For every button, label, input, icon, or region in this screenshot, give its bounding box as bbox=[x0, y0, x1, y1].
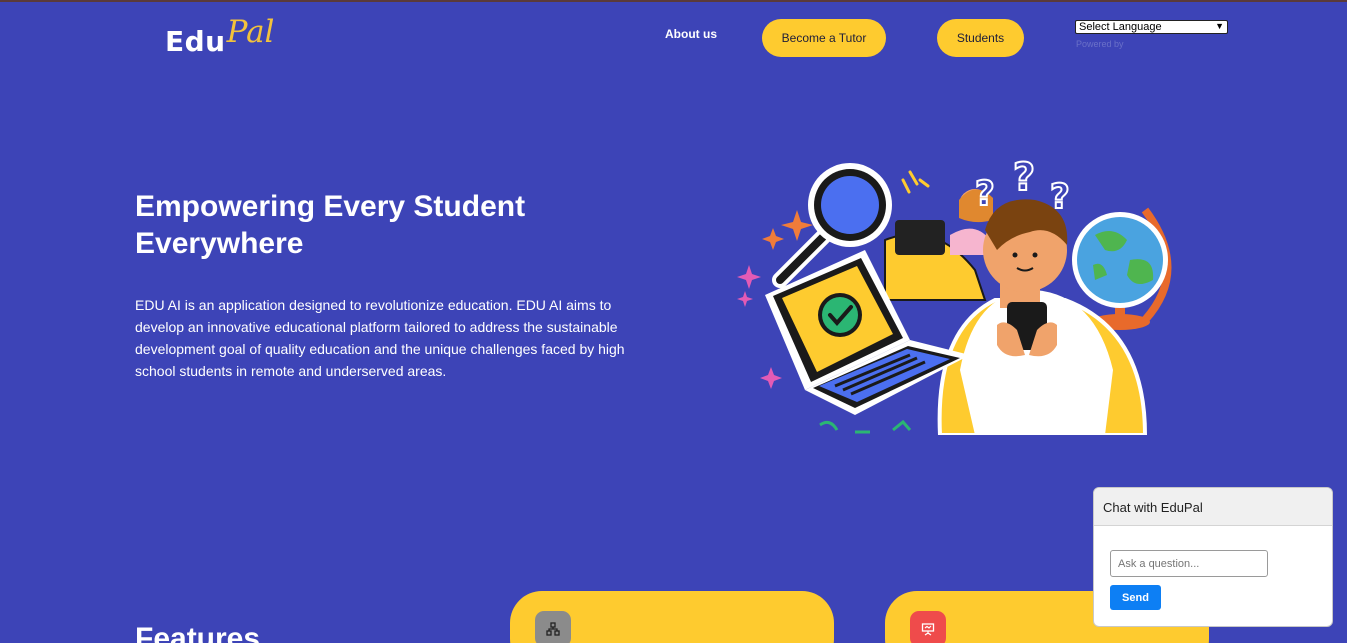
hero-description: EDU AI is an application designed to rev… bbox=[135, 297, 625, 379]
svg-text:?: ? bbox=[1013, 155, 1035, 199]
chat-widget: Chat with EduPal Send bbox=[1093, 487, 1333, 627]
chevron-down-icon: ▼ bbox=[1215, 21, 1224, 31]
network-icon bbox=[535, 611, 571, 643]
logo-edu-text: Edu bbox=[165, 25, 226, 58]
nav-about-us-link[interactable]: About us bbox=[665, 27, 717, 41]
svg-text:?: ? bbox=[975, 174, 995, 214]
chat-send-button[interactable]: Send bbox=[1110, 585, 1161, 610]
presentation-icon bbox=[910, 611, 946, 643]
students-button[interactable]: Students bbox=[937, 19, 1024, 57]
powered-by-text: Powered by bbox=[1076, 39, 1124, 49]
hero-illustration: ? ? ? bbox=[735, 150, 1185, 440]
features-title: Features bbox=[135, 622, 261, 643]
top-border bbox=[0, 0, 1347, 2]
logo-pal-text: Pal bbox=[226, 14, 275, 50]
hero-title: Empowering Every Student Everywhere bbox=[135, 190, 526, 260]
feature-card[interactable] bbox=[510, 591, 834, 643]
chat-question-input[interactable] bbox=[1110, 550, 1268, 577]
language-select[interactable]: Select Language ▼ bbox=[1075, 20, 1228, 34]
logo[interactable]: Edu Pal bbox=[165, 12, 274, 56]
become-tutor-button[interactable]: Become a Tutor bbox=[762, 19, 886, 57]
language-select-value: Select Language bbox=[1079, 21, 1162, 33]
chat-header[interactable]: Chat with EduPal bbox=[1094, 488, 1332, 526]
